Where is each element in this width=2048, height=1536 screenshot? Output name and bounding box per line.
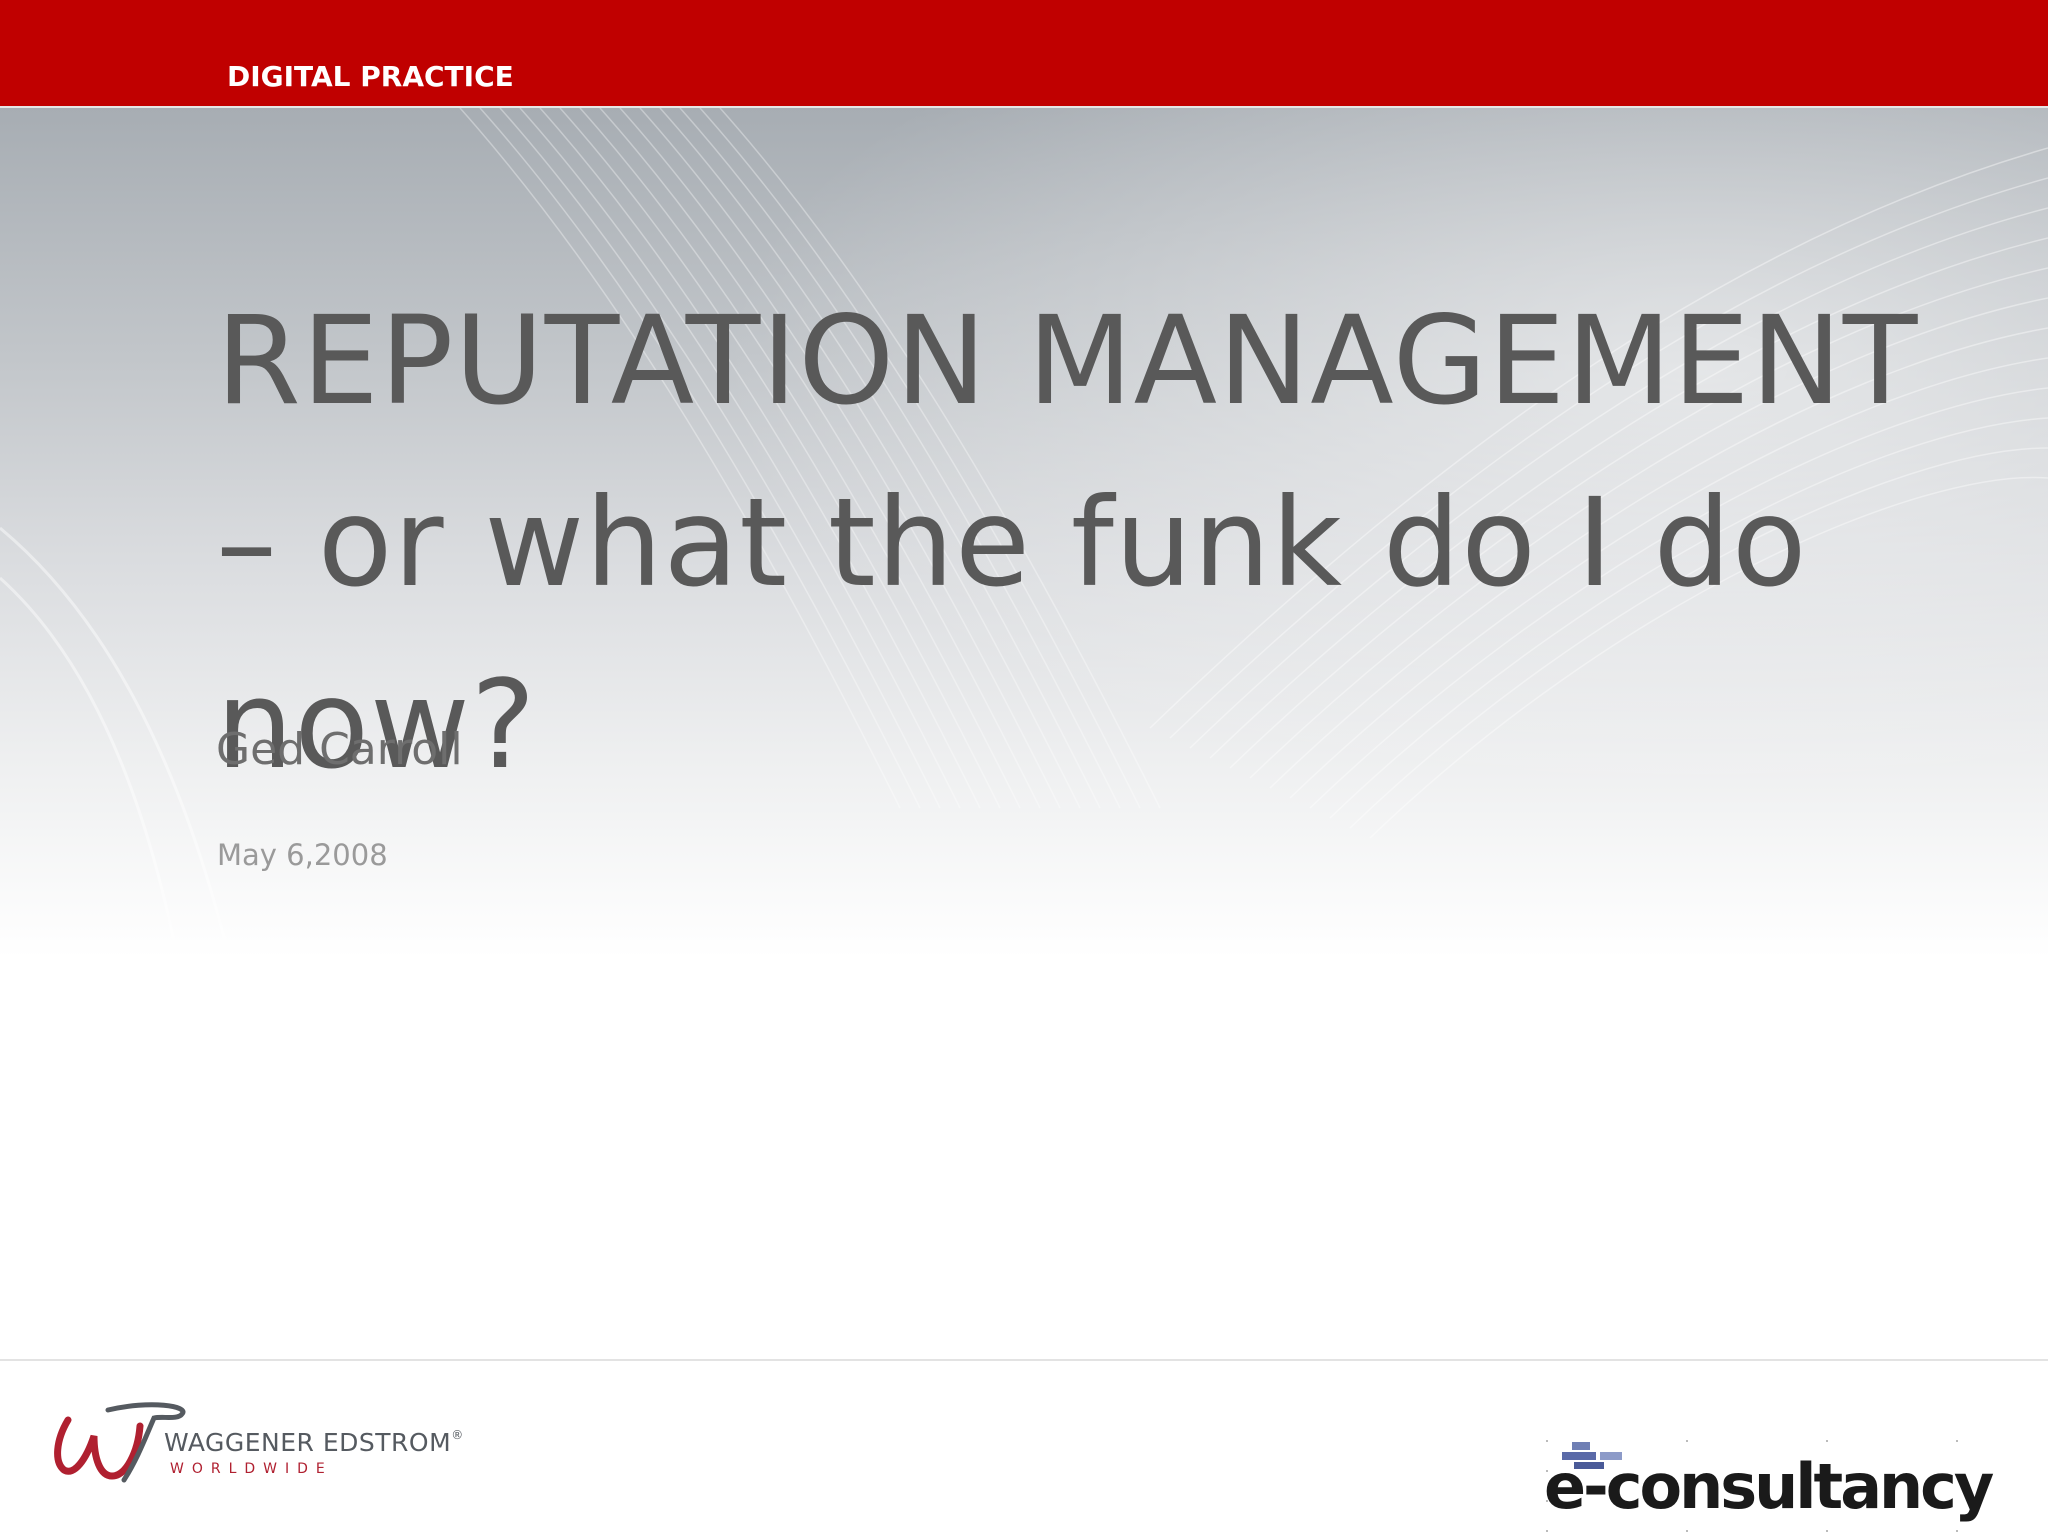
waggener-edstrom-subtitle: WORLDWIDE [170, 1461, 333, 1477]
e-consultancy-logo-text: e-consultancy [1544, 1450, 1994, 1523]
waggener-edstrom-name: WAGGENER EDSTROM® [164, 1428, 464, 1457]
footer-divider [0, 1359, 2048, 1361]
presentation-date: May 6,2008 [217, 838, 388, 872]
slide-title: REPUTATION MANAGEMENT – or what the funk… [216, 290, 1919, 796]
header-bar: DIGITAL PRACTICE [0, 0, 2048, 108]
author-name: Ged Carroll [216, 724, 463, 775]
header-label: DIGITAL PRACTICE [227, 60, 514, 93]
slide: DIGITAL PRACTICE REPUTATION MANAGEMENT –… [0, 0, 2048, 1536]
